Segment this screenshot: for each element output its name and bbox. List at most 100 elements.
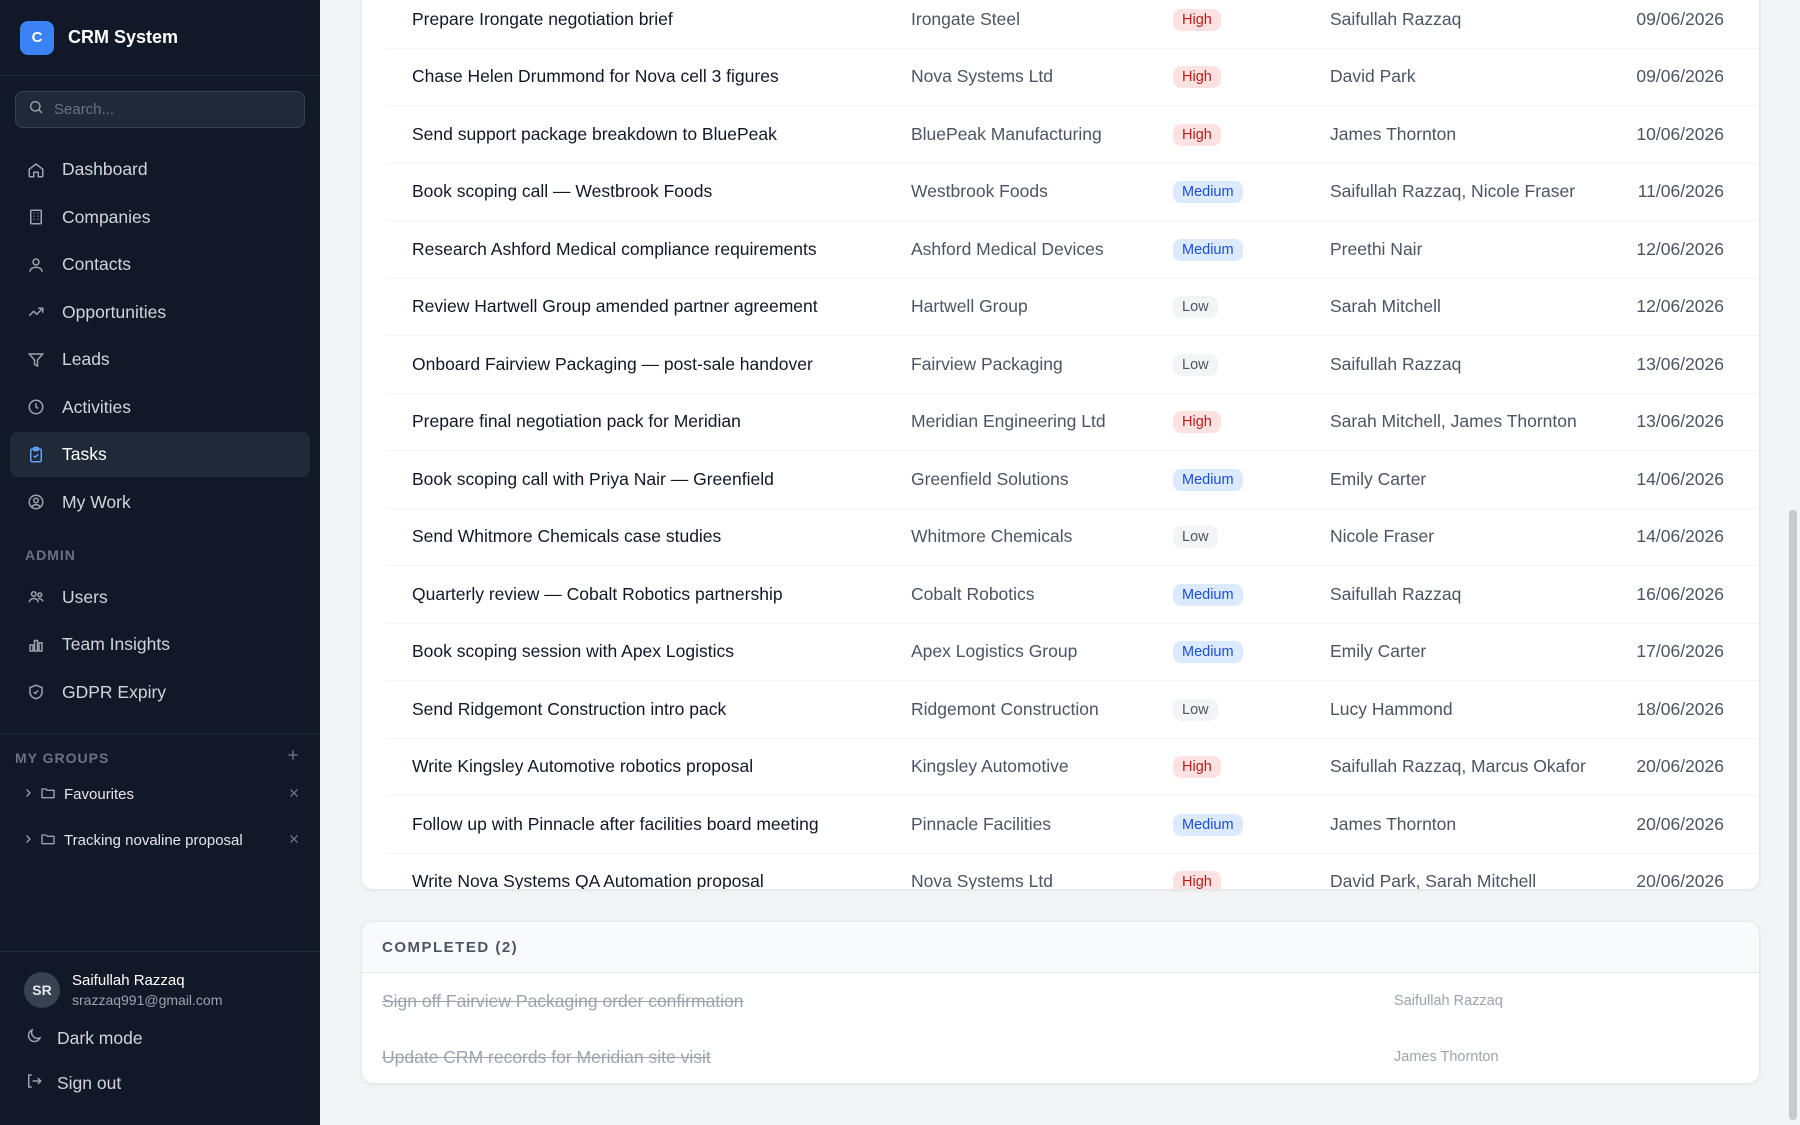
- nav-item-label: Users: [62, 586, 108, 607]
- task-row[interactable]: Chase Helen Drummond for Nova cell 3 fig…: [386, 49, 1759, 106]
- sidebar: C CRM System Dashboard Companies Contact…: [0, 0, 320, 1125]
- task-company[interactable]: Nova Systems Ltd: [911, 871, 1053, 889]
- task-row[interactable]: Review Hartwell Group amended partner ag…: [386, 279, 1759, 336]
- task-title[interactable]: Review Hartwell Group amended partner ag…: [412, 296, 818, 317]
- user-profile[interactable]: SR Saifullah Razzaq srazzaq991@gmail.com: [0, 952, 320, 1008]
- close-icon[interactable]: [288, 832, 300, 849]
- task-title[interactable]: Research Ashford Medical compliance requ…: [412, 239, 817, 260]
- task-title[interactable]: Send support package breakdown to BluePe…: [412, 124, 777, 145]
- task-title[interactable]: Book scoping call with Priya Nair — Gree…: [412, 469, 774, 490]
- nav-item-contacts[interactable]: Contacts: [10, 242, 310, 287]
- task-assignee: Emily Carter: [1330, 468, 1427, 489]
- task-assignee: Saifullah Razzaq, Marcus Okafor: [1330, 756, 1586, 777]
- task-row[interactable]: Write Kingsley Automotive robotics propo…: [386, 739, 1759, 796]
- user-email: srazzaq991@gmail.com: [72, 992, 223, 1008]
- task-company[interactable]: Fairview Packaging: [911, 354, 1063, 375]
- priority-badge: High: [1173, 756, 1221, 779]
- task-title[interactable]: Book scoping call — Westbrook Foods: [412, 181, 712, 202]
- task-row[interactable]: Book scoping session with Apex Logistics…: [386, 624, 1759, 681]
- completed-row[interactable]: Sign off Fairview Packaging order confir…: [362, 973, 1759, 1029]
- task-title[interactable]: Send Ridgemont Construction intro pack: [412, 699, 726, 720]
- task-row[interactable]: Prepare final negotiation pack for Merid…: [386, 394, 1759, 451]
- group-name: Favourites: [64, 786, 135, 803]
- task-row[interactable]: Write Nova Systems QA Automation proposa…: [386, 854, 1759, 889]
- task-due-date: 11/06/2026: [1637, 181, 1724, 202]
- priority-badge: High: [1173, 66, 1221, 89]
- task-company[interactable]: Hartwell Group: [911, 296, 1028, 317]
- task-title[interactable]: Chase Helen Drummond for Nova cell 3 fig…: [412, 66, 779, 87]
- task-row[interactable]: Send support package breakdown to BluePe…: [386, 106, 1759, 164]
- task-company[interactable]: Cobalt Robotics: [911, 584, 1035, 605]
- task-company[interactable]: Kingsley Automotive: [911, 756, 1069, 777]
- nav-item-opportunities[interactable]: Opportunities: [10, 290, 310, 335]
- task-company[interactable]: Ridgemont Construction: [911, 699, 1099, 720]
- task-row[interactable]: Prepare Irongate negotiation brief Ironga…: [386, 0, 1759, 49]
- task-company[interactable]: Whitmore Chemicals: [911, 526, 1072, 547]
- task-row[interactable]: Research Ashford Medical compliance requ…: [386, 221, 1759, 279]
- task-row[interactable]: Onboard Fairview Packaging — post-sale h…: [386, 336, 1759, 394]
- priority-badge: Medium: [1173, 641, 1243, 664]
- group-item-tracking-novaline[interactable]: Tracking novaline proposal: [0, 818, 320, 864]
- nav-item-companies[interactable]: Companies: [10, 195, 310, 240]
- task-company[interactable]: Apex Logistics Group: [911, 641, 1077, 662]
- nav-item-team-insights[interactable]: Team Insights: [10, 622, 310, 667]
- sign-out-button[interactable]: Sign out: [0, 1061, 320, 1106]
- completed-header[interactable]: COMPLETED (2): [362, 922, 1759, 973]
- task-title[interactable]: Onboard Fairview Packaging — post-sale h…: [412, 354, 813, 375]
- task-company[interactable]: Meridian Engineering Ltd: [911, 411, 1106, 432]
- priority-badge: High: [1173, 123, 1221, 146]
- nav-item-tasks[interactable]: Tasks: [10, 432, 310, 477]
- chevron-right-icon[interactable]: [22, 832, 34, 849]
- task-title[interactable]: Write Kingsley Automotive robotics propo…: [412, 756, 753, 777]
- page-scrollbar[interactable]: [1786, 0, 1800, 1125]
- task-company[interactable]: Greenfield Solutions: [911, 469, 1069, 490]
- nav-item-dashboard[interactable]: Dashboard: [10, 147, 310, 192]
- priority-badge: High: [1173, 8, 1221, 31]
- task-row[interactable]: Quarterly review — Cobalt Robotics partn…: [386, 566, 1759, 624]
- nav-item-gdpr-expiry[interactable]: GDPR Expiry: [10, 670, 310, 715]
- close-icon[interactable]: [288, 786, 300, 803]
- nav-item-my-work[interactable]: My Work: [10, 480, 310, 525]
- task-title[interactable]: Follow up with Pinnacle after facilities…: [412, 814, 819, 835]
- group-item-favourites[interactable]: Favourites: [0, 772, 320, 818]
- task-title[interactable]: Book scoping session with Apex Logistics: [412, 641, 734, 662]
- task-company[interactable]: Ashford Medical Devices: [911, 239, 1104, 260]
- task-row[interactable]: Book scoping call — Westbrook Foods Westb…: [386, 164, 1759, 221]
- scrollbar-thumb[interactable]: [1789, 510, 1797, 1120]
- add-group-icon[interactable]: [286, 748, 300, 767]
- task-row[interactable]: Follow up with Pinnacle after facilities…: [386, 796, 1759, 854]
- user-name: Saifullah Razzaq: [72, 972, 185, 989]
- dark-mode-toggle[interactable]: Dark mode: [0, 1016, 320, 1061]
- task-row[interactable]: Send Whitmore Chemicals case studies Whit…: [386, 509, 1759, 566]
- priority-badge: Medium: [1173, 181, 1243, 204]
- task-row[interactable]: Send Ridgemont Construction intro pack Ri…: [386, 681, 1759, 739]
- task-company[interactable]: BluePeak Manufacturing: [911, 124, 1102, 145]
- completed-task-title[interactable]: Sign off Fairview Packaging order confir…: [382, 991, 744, 1012]
- task-row[interactable]: Book scoping call with Priya Nair — Gree…: [386, 451, 1759, 509]
- nav-item-leads[interactable]: Leads: [10, 337, 310, 382]
- completed-task-title[interactable]: Update CRM records for Meridian site vis…: [382, 1047, 711, 1068]
- task-assignee: Saifullah Razzaq: [1330, 353, 1462, 374]
- task-company[interactable]: Westbrook Foods: [911, 181, 1048, 202]
- nav-item-label: Activities: [62, 396, 132, 417]
- task-company[interactable]: Nova Systems Ltd: [911, 66, 1053, 87]
- task-title[interactable]: Quarterly review — Cobalt Robotics partn…: [412, 584, 783, 605]
- task-due-date: 09/06/2026: [1636, 66, 1724, 87]
- nav-item-users[interactable]: Users: [10, 575, 310, 620]
- task-title[interactable]: Prepare Irongate negotiation brief: [412, 9, 673, 30]
- bar-chart-icon: [26, 635, 46, 655]
- completed-row[interactable]: Update CRM records for Meridian site vis…: [362, 1029, 1759, 1083]
- task-title[interactable]: Send Whitmore Chemicals case studies: [412, 526, 721, 547]
- nav-item-label: Dashboard: [62, 159, 148, 179]
- task-company[interactable]: Pinnacle Facilities: [911, 814, 1051, 835]
- task-title[interactable]: Write Nova Systems QA Automation proposa…: [412, 871, 764, 889]
- completed-task-assignee: James Thornton: [1394, 1049, 1499, 1065]
- search-input[interactable]: [54, 101, 274, 118]
- nav-item-label: Tasks: [62, 444, 107, 464]
- chevron-right-icon[interactable]: [22, 786, 34, 803]
- nav-item-activities[interactable]: Activities: [10, 385, 310, 430]
- task-title[interactable]: Prepare final negotiation pack for Merid…: [412, 411, 741, 432]
- task-company[interactable]: Irongate Steel: [911, 9, 1020, 30]
- users-icon: [26, 255, 46, 275]
- nav-item-label: Companies: [62, 206, 151, 227]
